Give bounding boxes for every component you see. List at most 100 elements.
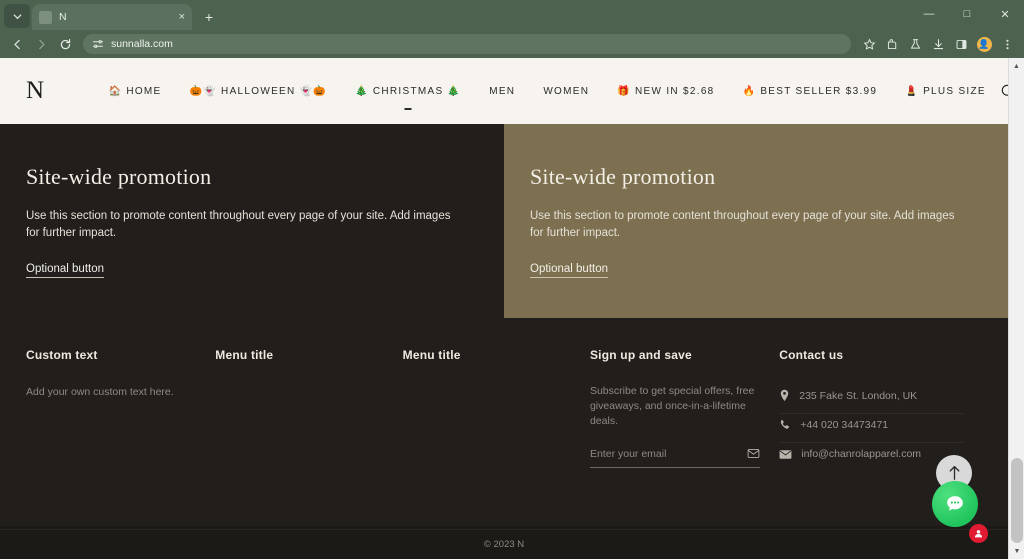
downloads-icon[interactable] [927, 33, 949, 55]
contact-phone-text: +44 020 34473471 [800, 419, 889, 431]
promotion-heading: Site-wide promotion [26, 164, 212, 189]
contact-row-phone: +44 020 34473471 [779, 414, 964, 443]
location-pin-icon [779, 389, 790, 402]
chat-bubble-icon [947, 496, 963, 511]
nav-item-new-in[interactable]: 🎁 NEW IN $2.68 [603, 86, 728, 97]
profile-avatar-icon[interactable]: 👤 [973, 33, 995, 55]
window-maximize-button[interactable]: □ [948, 0, 986, 28]
tab-close-icon[interactable]: × [179, 11, 185, 23]
phone-icon [779, 419, 791, 431]
new-tab-button[interactable]: + [196, 4, 222, 30]
nav-item-label: WOMEN [543, 85, 590, 97]
site-header: N 🏠 HOME 🎃👻 HALLOWEEN 👻🎃 🎄 CHRISTMAS 🎄 M… [0, 58, 1016, 124]
browser-window: N × + — □ ✕ sunnalla.com 👤 N 🏠 HOME 🎃👻 H… [0, 0, 1024, 559]
promotion-body: Use this section to promote content thro… [26, 210, 451, 239]
nav-item-best-seller[interactable]: 🔥 BEST SELLER $3.99 [729, 86, 892, 97]
contact-email-text: info@chanrolapparel.com [801, 448, 922, 460]
chevron-down-icon [12, 13, 22, 19]
side-panel-icon[interactable] [950, 33, 972, 55]
lab-flask-icon[interactable] [904, 33, 926, 55]
promotion-band: Site-wide promotion Use this section to … [0, 124, 1008, 318]
chat-widget-button[interactable] [932, 481, 978, 527]
avatar: 👤 [976, 36, 992, 52]
christmas-tree-icon: 🎄 [447, 85, 462, 97]
nav-item-label: NEW IN $2.68 [635, 85, 715, 97]
window-close-button[interactable]: ✕ [986, 0, 1024, 28]
nav-item-christmas[interactable]: 🎄 CHRISTMAS 🎄 [341, 85, 475, 110]
copyright-text: © 2023 N [483, 539, 525, 550]
window-minimize-button[interactable]: — [910, 0, 948, 28]
site-footer: Custom text Add your own custom text her… [0, 318, 1008, 526]
notification-dot-icon [974, 530, 983, 538]
arrow-right-icon [38, 39, 45, 49]
contact-address-text: 235 Fake St. London, UK [799, 389, 918, 402]
gift-icon: 🎁 [617, 85, 632, 97]
footer-column-signup: Sign up and save Subscribe to get specia… [589, 348, 779, 526]
back-button[interactable] [6, 33, 28, 55]
nav-item-label: MEN [489, 85, 516, 97]
contact-row-address: 235 Fake St. London, UK [779, 384, 964, 414]
email-input[interactable] [589, 447, 741, 460]
page-scrollbar[interactable]: ▲ ▼ [1008, 58, 1024, 559]
scrollbar-thumb[interactable] [1011, 458, 1023, 543]
scrollbar-up-arrow-icon[interactable]: ▲ [1009, 58, 1024, 74]
web-page: N 🏠 HOME 🎃👻 HALLOWEEN 👻🎃 🎄 CHRISTMAS 🎄 M… [0, 58, 1016, 559]
envelope-icon [747, 449, 760, 458]
extensions-icon[interactable] [881, 33, 903, 55]
promotion-panel-left: Site-wide promotion Use this section to … [0, 124, 504, 318]
bookmark-star-icon[interactable] [858, 33, 880, 55]
address-bar[interactable]: sunnalla.com [83, 34, 851, 54]
footer-custom-body: Add your own custom text here. [26, 386, 174, 398]
footer-column-title: Custom text [26, 348, 98, 362]
notification-badge[interactable] [969, 524, 988, 543]
pumpkin-ghost-icon: 🎃👻 [189, 85, 218, 97]
page-viewport: N 🏠 HOME 🎃👻 HALLOWEEN 👻🎃 🎄 CHRISTMAS 🎄 M… [0, 58, 1024, 559]
footer-column-title: Contact us [779, 348, 844, 362]
lipstick-icon: 💄 [905, 85, 920, 97]
nav-item-halloween[interactable]: 🎃👻 HALLOWEEN 👻🎃 [176, 86, 342, 97]
promotion-panel-right: Site-wide promotion Use this section to … [504, 124, 1008, 318]
nav-item-home[interactable]: 🏠 HOME [95, 86, 176, 97]
forward-button[interactable] [30, 33, 52, 55]
tab-favicon [39, 10, 52, 24]
optional-button[interactable]: Optional button [530, 263, 609, 278]
signup-description: Subscribe to get special offers, free gi… [589, 385, 755, 427]
nav-item-label: HALLOWEEN [221, 85, 296, 97]
tab-title: N [59, 11, 67, 23]
ghost-pumpkin-icon: 👻🎃 [299, 85, 328, 97]
reload-button[interactable] [54, 33, 76, 55]
reload-icon [60, 38, 70, 49]
site-settings-icon[interactable] [92, 38, 104, 50]
nav-item-label: CHRISTMAS [372, 85, 444, 97]
chrome-menu-icon[interactable] [996, 33, 1018, 55]
main-navigation: 🏠 HOME 🎃👻 HALLOWEEN 👻🎃 🎄 CHRISTMAS 🎄 MEN… [95, 83, 1021, 110]
browser-tab[interactable]: N × [32, 4, 192, 30]
scrollbar-down-arrow-icon[interactable]: ▼ [1009, 543, 1024, 559]
arrow-left-icon [13, 39, 20, 49]
footer-column-custom-text: Custom text Add your own custom text her… [26, 348, 215, 526]
toolbar-actions: 👤 [858, 33, 1018, 55]
copyright-bar: © 2023 N [0, 529, 1008, 559]
window-controls: — □ ✕ [910, 0, 1024, 28]
nav-item-women[interactable]: WOMEN [529, 86, 603, 97]
fire-icon: 🔥 [742, 85, 757, 97]
nav-item-label: PLUS SIZE [923, 85, 986, 97]
address-bar-url: sunnalla.com [111, 38, 173, 50]
promotion-heading: Site-wide promotion [530, 164, 716, 189]
dropdown-indicator-icon [404, 107, 412, 110]
submit-email-button[interactable] [747, 447, 760, 460]
tab-search-button[interactable] [4, 4, 30, 28]
house-icon: 🏠 [108, 85, 123, 97]
tab-strip: N × + — □ ✕ [0, 0, 1024, 30]
footer-column-title: Menu title [215, 348, 274, 362]
envelope-icon [779, 449, 792, 460]
nav-item-plus-size[interactable]: 💄 PLUS SIZE [891, 86, 1000, 97]
optional-button[interactable]: Optional button [26, 263, 105, 278]
nav-item-label: HOME [126, 85, 162, 97]
footer-column-menu-2: Menu title [403, 348, 590, 526]
nav-item-label: BEST SELLER $3.99 [760, 85, 878, 97]
browser-toolbar: sunnalla.com 👤 [0, 30, 1024, 58]
nav-item-men[interactable]: MEN [475, 86, 529, 97]
site-logo[interactable]: N [26, 77, 45, 105]
promotion-body: Use this section to promote content thro… [530, 210, 955, 239]
